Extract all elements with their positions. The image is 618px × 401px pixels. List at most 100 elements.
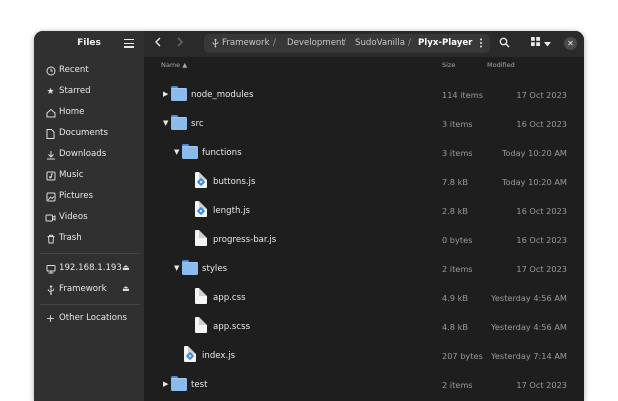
column-header-modified[interactable]: Modified (487, 61, 515, 69)
breadcrumb-development[interactable]: Development (287, 38, 345, 48)
file-modified: 17 Oct 2023 (516, 380, 567, 390)
chevron-down-icon[interactable] (544, 39, 551, 50)
file-modified: Yesterday 4:56 AM (490, 293, 567, 303)
file-row-buttons-js[interactable]: buttons.js 7.8 kB Today 10:20 AM (144, 167, 584, 196)
file-name: styles (202, 264, 228, 274)
sidebar-item-framework[interactable]: Framework ⏏ (38, 280, 140, 299)
usb-icon (211, 38, 220, 51)
sidebar-item-home[interactable]: Home (38, 103, 140, 122)
breadcrumb-sudovanilla[interactable]: SudoVanilla (355, 38, 405, 48)
file-modified: 16 Oct 2023 (516, 235, 567, 245)
column-header-name[interactable]: Name ▲ (161, 61, 187, 69)
sidebar-item-pictures[interactable]: Pictures (38, 187, 140, 206)
file-name: buttons.js (213, 177, 256, 187)
file-size: 114 items (442, 90, 483, 100)
sidebar-item-label: 192.168.1.193 (59, 263, 122, 273)
text-file-icon (195, 230, 207, 246)
file-row-styles[interactable]: ▼ styles 2 items 17 Oct 2023 (144, 254, 584, 283)
file-row-length-js[interactable]: length.js 2.8 kB 16 Oct 2023 (144, 196, 584, 225)
breadcrumb-separator: / (343, 38, 346, 48)
expander-collapsed-icon[interactable]: ▶ (163, 380, 168, 388)
sidebar-divider (40, 304, 140, 305)
sidebar-item-trash[interactable]: Trash (38, 229, 140, 248)
header-bar: Framework / Development / SudoVanilla / … (144, 31, 584, 57)
file-modified: Today 10:20 AM (501, 177, 567, 187)
file-size: 3 items (442, 119, 473, 129)
file-name: test (191, 380, 208, 390)
folder-icon (182, 260, 198, 275)
file-row-node-modules[interactable]: ▶ node_modules 114 items 17 Oct 2023 (144, 80, 584, 109)
sidebar-item-music[interactable]: Music (38, 166, 140, 185)
column-header-size[interactable]: Size (442, 61, 455, 69)
file-size: 7.8 kB (442, 177, 468, 187)
chevron-left-icon[interactable] (154, 37, 162, 49)
file-size: 4.8 kB (442, 322, 468, 332)
breadcrumb-framework[interactable]: Framework (222, 38, 270, 48)
eject-icon[interactable]: ⏏ (122, 284, 130, 293)
sidebar-item-starred[interactable]: ★ Starred (38, 82, 140, 101)
expander-expanded-icon[interactable]: ▼ (163, 119, 168, 127)
file-modified: 17 Oct 2023 (516, 264, 567, 274)
sidebar-item-recent[interactable]: Recent (38, 61, 140, 80)
download-icon (45, 149, 56, 160)
hamburger-menu-icon[interactable] (124, 39, 134, 48)
folder-icon (171, 86, 187, 101)
file-row-app-css[interactable]: app.css 4.9 kB Yesterday 4:56 AM (144, 283, 584, 312)
file-size: 0 bytes (442, 235, 473, 245)
usb-icon (45, 284, 56, 295)
file-name: node_modules (191, 90, 254, 100)
javascript-file-icon (195, 172, 207, 188)
video-icon (45, 212, 56, 223)
file-modified: 16 Oct 2023 (516, 206, 567, 216)
file-size: 3 items (442, 148, 473, 158)
expander-collapsed-icon[interactable]: ▶ (163, 90, 168, 98)
document-icon (45, 128, 56, 139)
text-file-icon (195, 317, 207, 333)
file-modified: Today 10:20 AM (501, 148, 567, 158)
file-size: 2.8 kB (442, 206, 468, 216)
sidebar-item-documents[interactable]: Documents (38, 124, 140, 143)
file-name: app.css (213, 293, 246, 303)
file-row-src[interactable]: ▼ src 3 items 16 Oct 2023 (144, 109, 584, 138)
sidebar-item-other-locations[interactable]: + Other Locations (38, 309, 140, 328)
more-vertical-icon[interactable] (479, 38, 483, 51)
file-row-test[interactable]: ▶ test 2 items 17 Oct 2023 (144, 370, 584, 399)
file-size: 4.9 kB (442, 293, 468, 303)
sidebar-item-label: Recent (59, 65, 89, 75)
music-icon (45, 170, 56, 181)
file-name: progress-bar.js (213, 235, 277, 245)
sidebar-item-downloads[interactable]: Downloads (38, 145, 140, 164)
file-row-index-js[interactable]: index.js 207 bytes Yesterday 7:14 AM (144, 341, 584, 370)
close-icon[interactable]: ✕ (564, 37, 577, 50)
pictures-icon (45, 191, 56, 202)
javascript-file-icon (195, 201, 207, 217)
sidebar-item-label: Videos (59, 212, 88, 222)
file-row-progress-bar-js[interactable]: progress-bar.js 0 bytes 16 Oct 2023 (144, 225, 584, 254)
grid-view-icon[interactable] (531, 37, 540, 49)
path-bar: Framework / Development / SudoVanilla / … (204, 34, 490, 53)
sidebar-header: Files (34, 31, 144, 57)
chevron-right-icon[interactable] (176, 37, 184, 49)
file-row-app-scss[interactable]: app.scss 4.8 kB Yesterday 4:56 AM (144, 312, 584, 341)
sidebar-item-label: Starred (59, 86, 91, 96)
file-name: length.js (213, 206, 250, 216)
star-icon: ★ (46, 86, 55, 97)
sort-ascending-icon: ▲ (182, 61, 188, 69)
eject-icon[interactable]: ⏏ (122, 263, 130, 272)
sidebar-item-label: Music (59, 170, 84, 180)
sidebar-item-label: Downloads (59, 149, 107, 159)
breadcrumb-plyx-player[interactable]: Plyx-Player (418, 38, 472, 48)
file-row-functions[interactable]: ▼ functions 3 items Today 10:20 AM (144, 138, 584, 167)
sidebar-item-network-drive[interactable]: 192.168.1.193 ⏏ (38, 259, 140, 278)
expander-expanded-icon[interactable]: ▼ (174, 148, 179, 156)
file-modified: Yesterday 7:14 AM (490, 351, 567, 361)
folder-icon (171, 376, 187, 391)
expander-expanded-icon[interactable]: ▼ (174, 264, 179, 272)
file-size: 2 items (442, 264, 473, 274)
sidebar-divider (40, 253, 140, 254)
breadcrumb-separator: / (273, 38, 276, 48)
file-size: 207 bytes (442, 351, 483, 361)
file-modified: 17 Oct 2023 (516, 90, 567, 100)
sidebar-item-videos[interactable]: Videos (38, 208, 140, 227)
search-icon[interactable] (499, 37, 510, 51)
